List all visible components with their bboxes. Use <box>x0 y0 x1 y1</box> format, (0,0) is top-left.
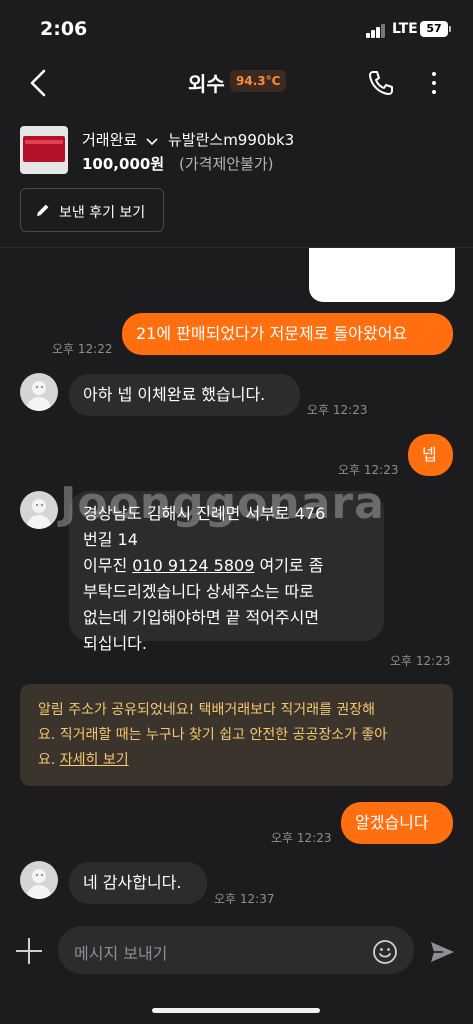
pencil-icon <box>37 204 49 216</box>
message-bubble-received: 아하 넵 이체완료 했습니다. <box>69 374 300 416</box>
message-time: 오후 12:37 <box>214 892 275 906</box>
status-time: 2:06 <box>40 18 88 40</box>
phone-number-link[interactable]: 010 9124 5809 <box>132 556 254 575</box>
message-line: 되십니다. <box>83 634 147 653</box>
notice-line: 알림 주소가 공유되었네요! 택배거래보다 직거래를 권장해 <box>38 702 375 718</box>
message-bubble-received: 네 감사합니다. <box>69 862 207 904</box>
chevron-left-icon <box>30 69 46 97</box>
send-button[interactable] <box>428 938 456 966</box>
battery-icon: 57 <box>420 21 451 37</box>
home-indicator <box>152 1008 320 1013</box>
send-icon <box>431 942 454 962</box>
message-time: 오후 12:22 <box>52 342 113 356</box>
watermark: Joonggonara <box>60 478 385 529</box>
product-thumbnail[interactable] <box>20 126 68 174</box>
view-sent-review-button[interactable]: 보낸 후기 보기 <box>20 188 164 232</box>
chat-header: 외수 94.3°C <box>0 58 473 108</box>
network-label: LTE <box>392 21 418 37</box>
plus-icon[interactable] <box>16 938 42 964</box>
message-composer: 메시지 보내기 <box>0 918 473 984</box>
avatar[interactable] <box>20 373 58 411</box>
message-time: 오후 12:23 <box>390 654 451 668</box>
safety-notice: 알림 주소가 공유되었네요! 택배거래보다 직거래를 권장해 요. 직거래할 때… <box>20 684 453 786</box>
see-details-link[interactable]: 자세히 보기 <box>60 752 129 768</box>
back-button[interactable] <box>24 66 54 100</box>
product-card: 거래완료 뉴발란스m990bk3 100,000원 (가격제안불가) 보낸 후기… <box>0 118 473 248</box>
phone-icon <box>369 71 393 95</box>
message-list[interactable]: 21에 판매되었다가 저문제로 돌아왔어요 오후 12:22 아하 넵 이체완료… <box>0 248 473 914</box>
status-bar: 2:06 LTE 57 <box>0 0 473 58</box>
more-dot-icon <box>432 81 436 85</box>
avatar[interactable] <box>20 491 58 529</box>
message-input-placeholder: 메시지 보내기 <box>74 944 168 963</box>
product-price: 100,000원 <box>82 155 165 173</box>
call-button[interactable] <box>366 68 396 98</box>
more-options-button[interactable] <box>426 70 442 96</box>
price-note: (가격제안불가) <box>179 155 274 173</box>
notice-line: 요. 자세히 보기 <box>38 752 129 768</box>
chevron-down-icon[interactable] <box>146 132 158 146</box>
image-message[interactable] <box>309 248 455 302</box>
message-bubble-sent: 알겠습니다 <box>341 802 453 844</box>
message-input[interactable]: 메시지 보내기 <box>58 926 414 974</box>
avatar[interactable] <box>20 861 58 899</box>
message-time: 오후 12:23 <box>338 463 399 477</box>
message-time: 오후 12:23 <box>271 831 332 845</box>
message-bubble-sent: 21에 판매되었다가 저문제로 돌아왔어요 <box>122 313 453 355</box>
more-dot-icon <box>432 90 436 94</box>
emoji-icon[interactable] <box>372 939 398 965</box>
signal-icon <box>366 24 386 38</box>
more-dot-icon <box>432 72 436 76</box>
review-button-label: 보낸 후기 보기 <box>59 205 146 221</box>
chat-partner-name: 외수 <box>188 72 225 96</box>
message-line: 번길 14 <box>83 530 138 549</box>
notice-line: 요. 직거래할 때는 누구나 찾기 쉽고 안전한 공공장소가 좋아 <box>38 727 388 743</box>
message-time: 오후 12:23 <box>307 403 368 417</box>
manner-temperature-badge: 94.3°C <box>230 70 287 92</box>
message-line: 부탁드리겠습니다 상세주소는 따로 <box>83 582 314 601</box>
message-bubble-sent: 넵 <box>408 434 453 476</box>
message-line: 없는데 기입해야하면 끝 적어주시면 <box>83 608 320 627</box>
message-line: 이무진 010 9124 5809 여기로 좀 <box>83 556 324 575</box>
product-name: 뉴발란스m990bk3 <box>168 131 295 149</box>
trade-status-dropdown[interactable]: 거래완료 <box>82 129 137 150</box>
